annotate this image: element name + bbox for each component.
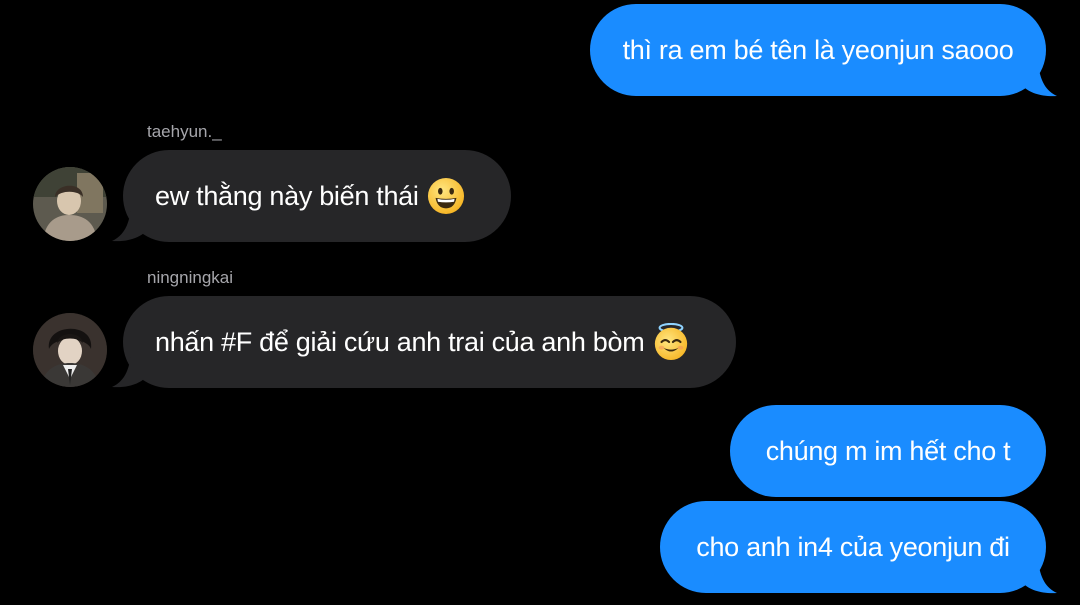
message-text: nhấn #F để giải cứu anh trai của anh bòm bbox=[155, 326, 645, 357]
avatar-ningningkai[interactable] bbox=[33, 313, 107, 387]
sender-name: ningningkai bbox=[147, 268, 234, 287]
message-text: thì ra em bé tên là yeonjun saooo bbox=[622, 34, 1014, 65]
message-text: cho anh in4 của yeonjun đi bbox=[696, 531, 1010, 562]
message-bubble-outgoing[interactable]: cho anh in4 của yeonjun đi bbox=[660, 501, 1046, 593]
message-text: ew thằng này biến thái bbox=[155, 180, 419, 211]
avatar-taehyun[interactable] bbox=[33, 167, 107, 241]
sender-name: taehyun._ bbox=[147, 122, 222, 141]
bubble-tail bbox=[1024, 63, 1057, 97]
message-bubble-outgoing[interactable]: thì ra em bé tên là yeonjun saooo bbox=[590, 4, 1046, 96]
grinning-face-icon bbox=[427, 177, 464, 215]
message-bubble-outgoing[interactable]: chúng m im hết cho t bbox=[730, 405, 1046, 497]
bubble-tail bbox=[1024, 560, 1057, 594]
message-bubble-incoming[interactable]: nhấn #F để giải cứu anh trai của anh bòm bbox=[123, 296, 736, 388]
bubble-tail bbox=[112, 208, 145, 242]
message-bubble-incoming[interactable]: ew thằng này biến thái bbox=[123, 150, 511, 242]
message-text: chúng m im hết cho t bbox=[765, 435, 1011, 466]
bubble-tail bbox=[112, 354, 145, 388]
smiling-face-with-halo-icon bbox=[655, 323, 688, 361]
